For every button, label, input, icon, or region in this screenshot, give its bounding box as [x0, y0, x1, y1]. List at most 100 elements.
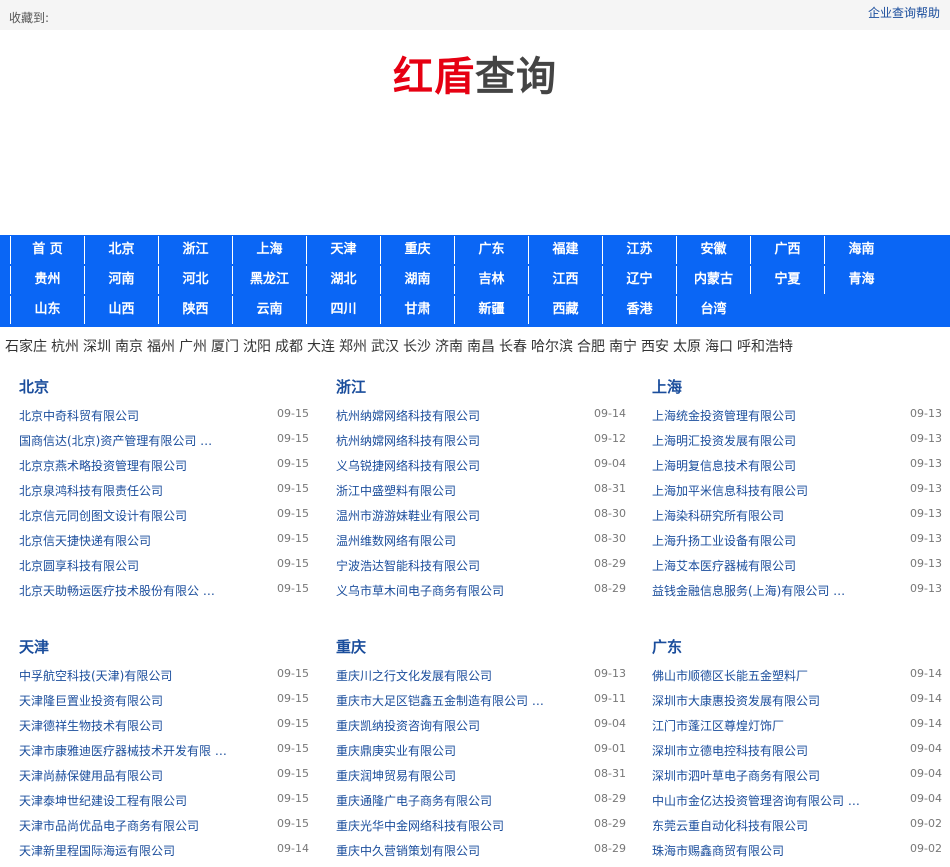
city-link[interactable]: 成都: [275, 339, 303, 355]
nav-item[interactable]: 湖北: [306, 266, 380, 294]
nav-item[interactable]: 福建: [528, 236, 602, 264]
company-link[interactable]: 天津尚赫保健用品有限公司: [19, 767, 163, 784]
company-link[interactable]: 江门市蓬江区尊煌灯饰厂: [652, 717, 784, 734]
city-link[interactable]: 深圳: [83, 339, 111, 355]
company-link[interactable]: 深圳市立德电控科技有限公司: [652, 742, 808, 759]
city-link[interactable]: 厦门: [211, 339, 239, 355]
company-link[interactable]: 上海明复信息技术有限公司: [652, 457, 796, 474]
company-link[interactable]: 重庆通隆广电子商务有限公司: [336, 792, 492, 809]
city-link[interactable]: 南宁: [609, 339, 637, 355]
section-title[interactable]: 重庆: [336, 636, 626, 660]
nav-item[interactable]: 云南: [232, 296, 306, 324]
nav-item[interactable]: 新疆: [454, 296, 528, 324]
nav-item[interactable]: 宁夏: [750, 266, 824, 294]
company-link[interactable]: 重庆润坤贸易有限公司: [336, 767, 456, 784]
company-link[interactable]: 天津德祥生物技术有限公司: [19, 717, 163, 734]
site-logo[interactable]: 红盾查询: [0, 44, 950, 102]
company-link[interactable]: 天津隆巨置业投资有限公司: [19, 692, 163, 709]
company-link[interactable]: 北京天助畅运医疗技术股份有限公 …: [19, 582, 215, 599]
company-link[interactable]: 北京中奇科贸有限公司: [19, 407, 139, 424]
nav-item[interactable]: 四川: [306, 296, 380, 324]
company-link[interactable]: 中山市金亿达投资管理咨询有限公司 …: [652, 792, 860, 809]
nav-item[interactable]: 江苏: [602, 236, 676, 264]
company-link[interactable]: 重庆鼎庚实业有限公司: [336, 742, 456, 759]
section-title[interactable]: 北京: [19, 376, 309, 400]
city-link[interactable]: 广州: [179, 339, 207, 355]
nav-item[interactable]: 西藏: [528, 296, 602, 324]
company-link[interactable]: 北京泉鸿科技有限责任公司: [19, 482, 163, 499]
nav-item[interactable]: 海南: [824, 236, 898, 264]
company-link[interactable]: 天津新里程国际海运有限公司: [19, 842, 175, 859]
company-link[interactable]: 杭州纳嫦网络科技有限公司: [336, 432, 480, 449]
nav-item[interactable]: 辽宁: [602, 266, 676, 294]
company-link[interactable]: 重庆凯纳投资咨询有限公司: [336, 717, 480, 734]
company-link[interactable]: 杭州纳嫦网络科技有限公司: [336, 407, 480, 424]
city-link[interactable]: 大连: [307, 339, 335, 355]
city-link[interactable]: 武汉: [371, 339, 399, 355]
section-title[interactable]: 上海: [652, 376, 942, 400]
nav-item[interactable]: 山东: [10, 296, 84, 324]
nav-item[interactable]: 浙江: [158, 236, 232, 264]
city-link[interactable]: 哈尔滨: [531, 339, 573, 355]
city-link[interactable]: 长春: [499, 339, 527, 355]
city-link[interactable]: 西安: [641, 339, 669, 355]
company-link[interactable]: 中孚航空科技(天津)有限公司: [19, 667, 172, 684]
company-link[interactable]: 佛山市顺德区长能五金塑料厂: [652, 667, 808, 684]
company-link[interactable]: 北京京燕术略投资管理有限公司: [19, 457, 187, 474]
company-link[interactable]: 深圳市泗叶草电子商务有限公司: [652, 767, 820, 784]
company-link[interactable]: 天津泰坤世纪建设工程有限公司: [19, 792, 187, 809]
nav-item[interactable]: 河北: [158, 266, 232, 294]
company-link[interactable]: 重庆光华中金网络科技有限公司: [336, 817, 504, 834]
company-link[interactable]: 义乌锐捷网络科技有限公司: [336, 457, 480, 474]
section-title[interactable]: 浙江: [336, 376, 626, 400]
company-link[interactable]: 上海染科研究所有限公司: [652, 507, 784, 524]
nav-item[interactable]: 天津: [306, 236, 380, 264]
help-link[interactable]: 企业查询帮助: [868, 4, 940, 21]
nav-item[interactable]: 陕西: [158, 296, 232, 324]
company-link[interactable]: 重庆中久营销策划有限公司: [336, 842, 480, 859]
city-link[interactable]: 长沙: [403, 339, 431, 355]
company-link[interactable]: 上海加平米信息科技有限公司: [652, 482, 808, 499]
section-title[interactable]: 广东: [652, 636, 942, 660]
company-link[interactable]: 上海升扬工业设备有限公司: [652, 532, 796, 549]
city-link[interactable]: 合肥: [577, 339, 605, 355]
company-link[interactable]: 天津市康雅迪医疗器械技术开发有限 …: [19, 742, 227, 759]
company-link[interactable]: 北京信天捷快递有限公司: [19, 532, 151, 549]
nav-item[interactable]: 上海: [232, 236, 306, 264]
company-link[interactable]: 国商信达(北京)资产管理有限公司 …: [19, 432, 212, 449]
nav-item[interactable]: 重庆: [380, 236, 454, 264]
company-link[interactable]: 重庆市大足区铠鑫五金制造有限公司 …: [336, 692, 544, 709]
company-link[interactable]: 浙江中盛塑料有限公司: [336, 482, 456, 499]
nav-item[interactable]: 黑龙江: [232, 266, 306, 294]
company-link[interactable]: 宁波浩达智能科技有限公司: [336, 557, 480, 574]
nav-item[interactable]: 甘肃: [380, 296, 454, 324]
company-link[interactable]: 义乌市草木间电子商务有限公司: [336, 582, 504, 599]
city-link[interactable]: 沈阳: [243, 339, 271, 355]
city-link[interactable]: 福州: [147, 339, 175, 355]
nav-item[interactable]: 台湾: [676, 296, 750, 324]
city-link[interactable]: 太原: [673, 339, 701, 355]
company-link[interactable]: 北京圆享科技有限公司: [19, 557, 139, 574]
nav-item[interactable]: 江西: [528, 266, 602, 294]
nav-item[interactable]: 广西: [750, 236, 824, 264]
company-link[interactable]: 北京信元同创图文设计有限公司: [19, 507, 187, 524]
city-link[interactable]: 南昌: [467, 339, 495, 355]
nav-item[interactable]: 内蒙古: [676, 266, 750, 294]
nav-item[interactable]: 贵州: [10, 266, 84, 294]
company-link[interactable]: 上海艾本医疗器械有限公司: [652, 557, 796, 574]
city-link[interactable]: 郑州: [339, 339, 367, 355]
company-link[interactable]: 重庆川之行文化发展有限公司: [336, 667, 492, 684]
nav-item[interactable]: 北京: [84, 236, 158, 264]
nav-item[interactable]: 首 页: [10, 236, 84, 264]
company-link[interactable]: 珠海市赐鑫商贸有限公司: [652, 842, 784, 859]
nav-item[interactable]: 安徽: [676, 236, 750, 264]
company-link[interactable]: 益钱金融信息服务(上海)有限公司 …: [652, 582, 845, 599]
nav-item[interactable]: 青海: [824, 266, 898, 294]
company-link[interactable]: 上海明汇投资发展有限公司: [652, 432, 796, 449]
company-link[interactable]: 温州市游游妹鞋业有限公司: [336, 507, 480, 524]
nav-item[interactable]: 山西: [84, 296, 158, 324]
company-link[interactable]: 东莞云重自动化科技有限公司: [652, 817, 808, 834]
company-link[interactable]: 上海统金投资管理有限公司: [652, 407, 796, 424]
nav-item[interactable]: 湖南: [380, 266, 454, 294]
section-title[interactable]: 天津: [19, 636, 309, 660]
